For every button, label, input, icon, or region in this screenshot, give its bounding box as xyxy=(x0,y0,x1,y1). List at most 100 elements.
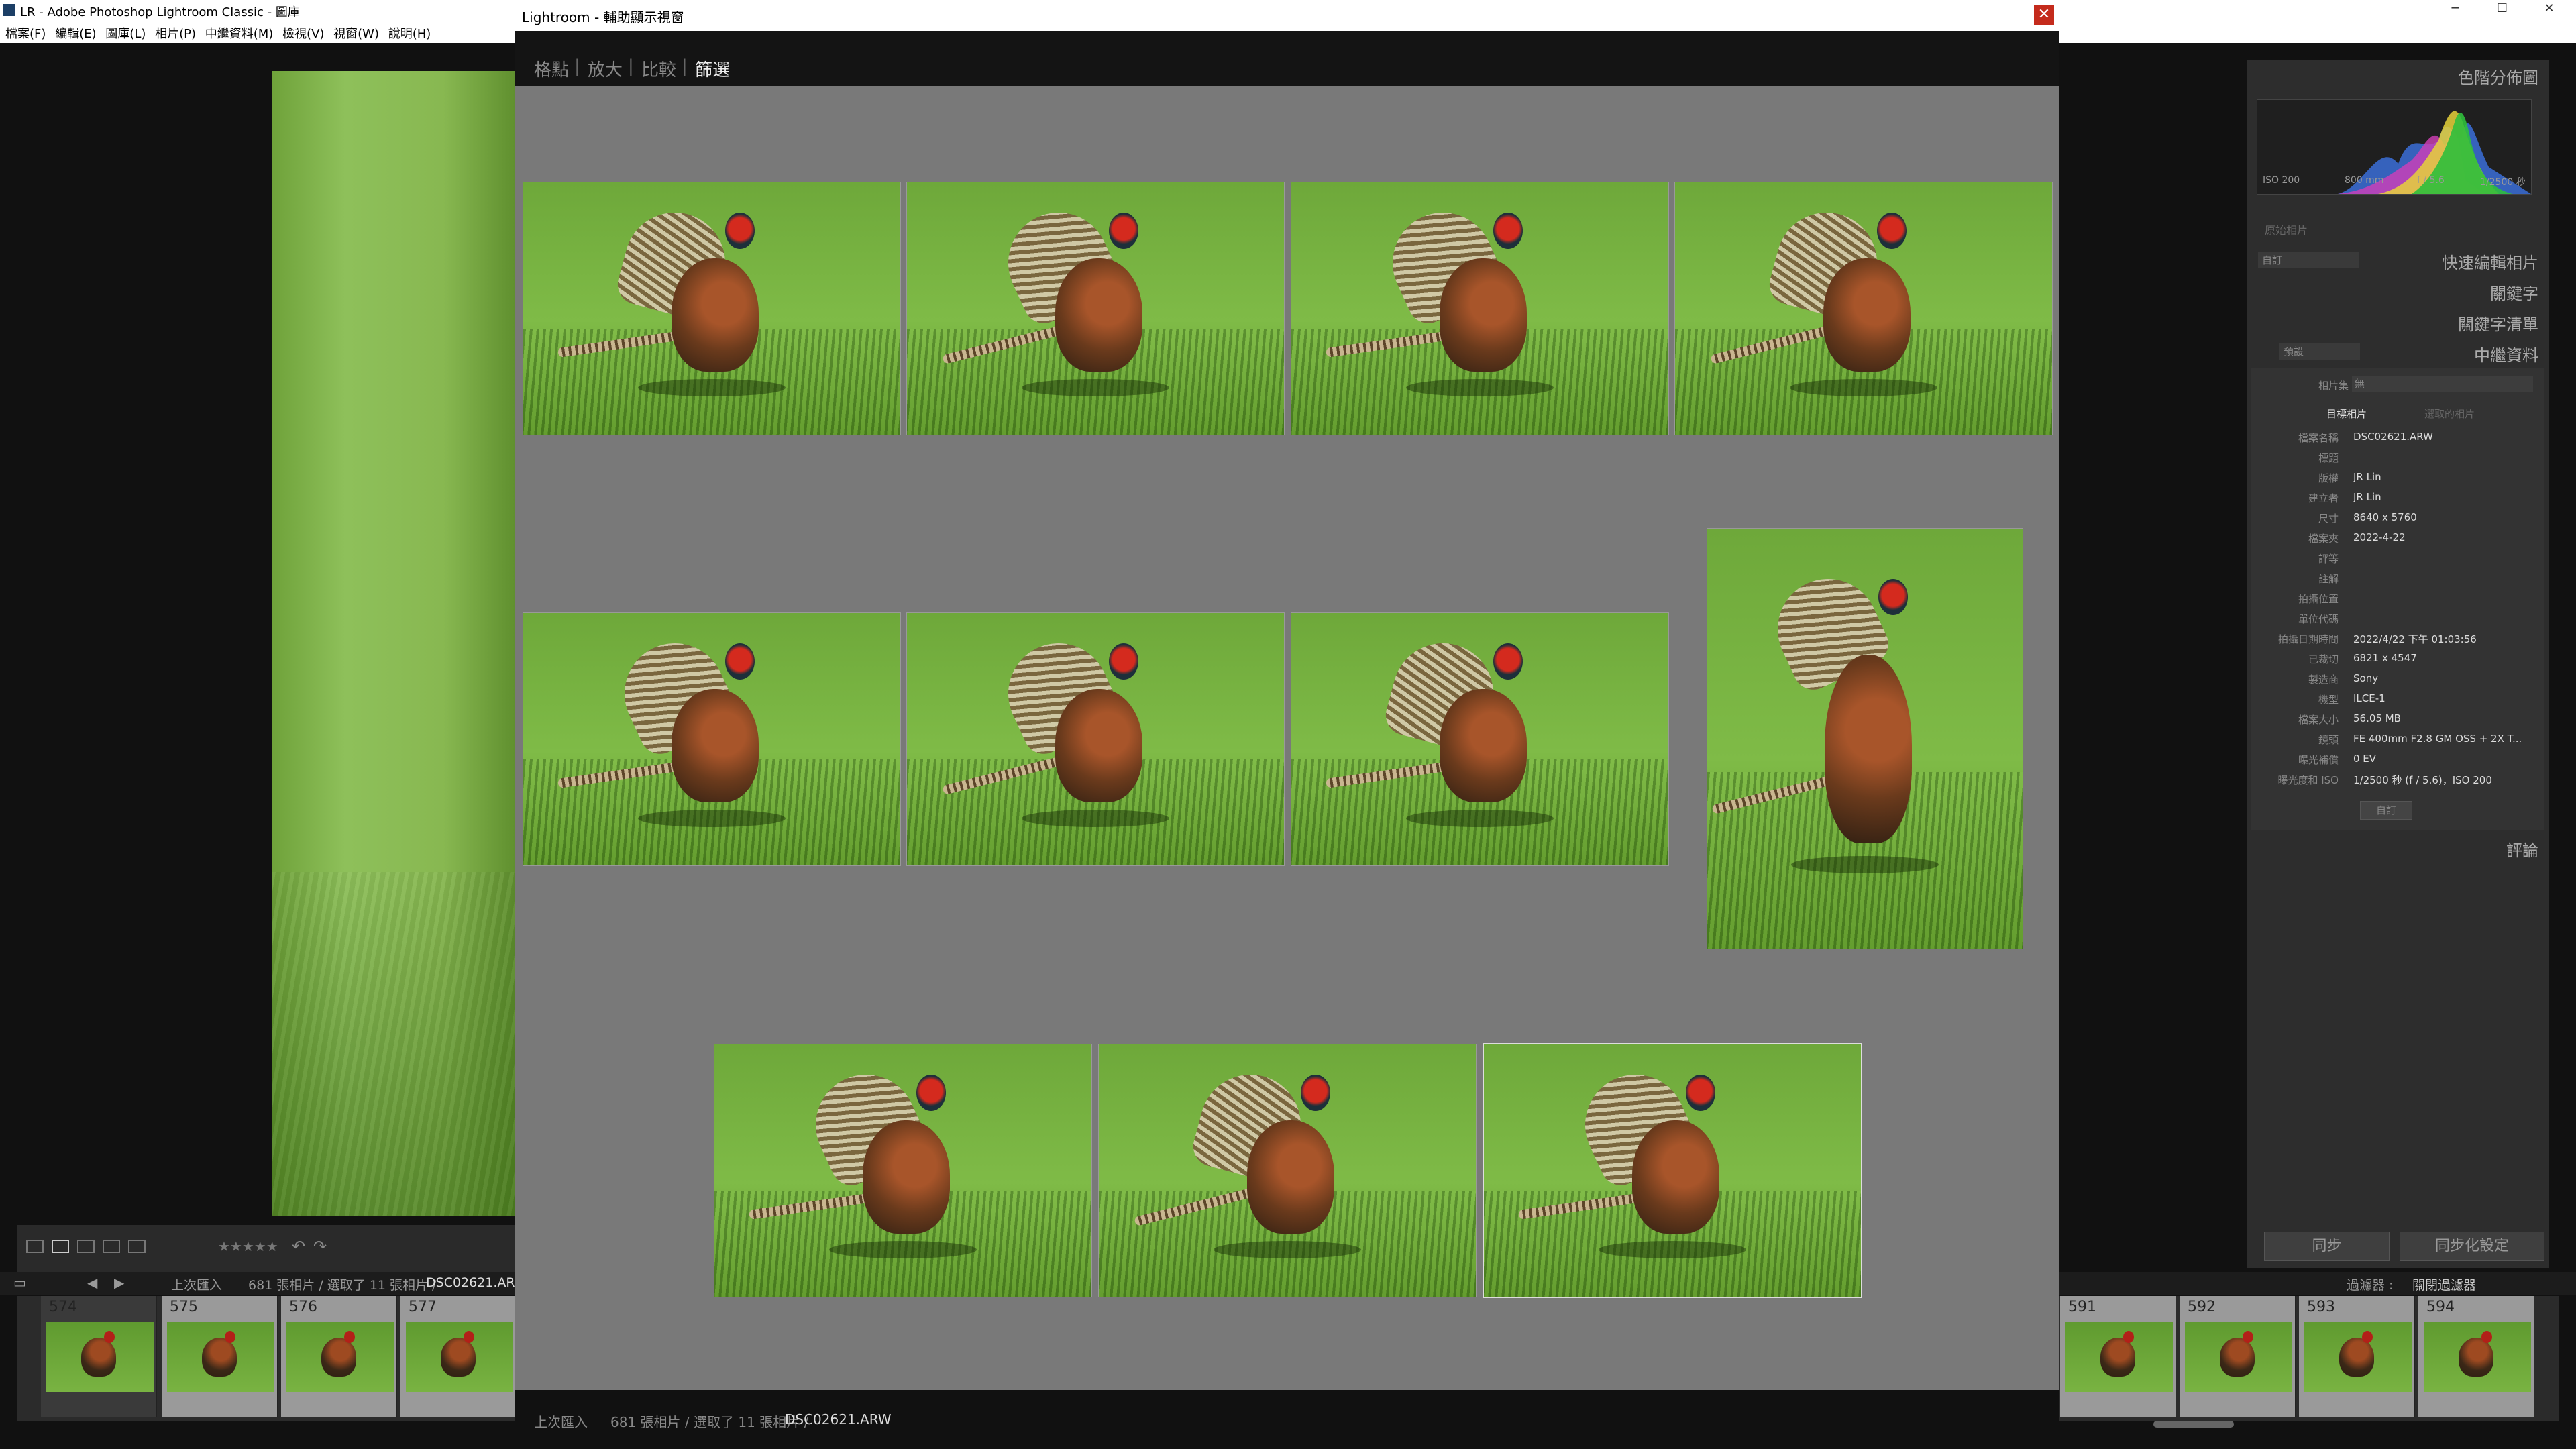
metadata-key: 曝光度和 ISO xyxy=(2277,774,2339,786)
thumbnail[interactable] xyxy=(406,1322,513,1392)
sync-button[interactable]: 同步 xyxy=(2264,1232,2390,1261)
metadata-value[interactable]: Sony xyxy=(2353,672,2378,684)
survey-photo[interactable] xyxy=(1291,613,1668,865)
metadata-row: 鏡頭 FE 400mm F2.8 GM OSS + 2X T... xyxy=(2251,729,2544,749)
metadata-value[interactable]: 8640 x 5760 xyxy=(2353,511,2417,523)
secondary-close-button[interactable]: ✕ xyxy=(2034,5,2054,25)
quick-develop-preset[interactable]: 自訂 xyxy=(2258,252,2359,268)
rotate-left-icon[interactable]: ↶ xyxy=(292,1237,305,1256)
metadata-row: 建立者 JR Lin xyxy=(2251,487,2544,507)
people-view-icon[interactable] xyxy=(128,1240,146,1253)
sync-settings-button[interactable]: 同步化設定 xyxy=(2400,1232,2544,1261)
histogram-focal: 800 mm xyxy=(2345,175,2384,186)
keyword-list-header[interactable]: 關鍵字清單 xyxy=(2458,311,2538,335)
star-rating[interactable]: ★★★★★ xyxy=(218,1238,278,1254)
pheasant-body xyxy=(1632,1120,1719,1234)
mode-compare-tab[interactable]: 比較 xyxy=(641,56,676,81)
metadata-value[interactable]: DSC02621.ARW xyxy=(2353,431,2433,443)
footer-source[interactable]: 上次匯入 xyxy=(534,1411,588,1431)
comments-header[interactable]: 評論 xyxy=(2506,837,2538,861)
metadata-row: 檔案名稱 DSC02621.ARW xyxy=(2251,427,2544,447)
survey-photo[interactable] xyxy=(714,1044,1091,1297)
target-photo-tab[interactable]: 目標相片 xyxy=(2326,407,2367,421)
filmstrip-cell[interactable]: 575 xyxy=(162,1296,278,1417)
survey-photo[interactable] xyxy=(1291,182,1668,435)
filmstrip-scrollbar[interactable] xyxy=(2153,1421,2234,1428)
grid-view-icon[interactable] xyxy=(26,1240,44,1253)
mode-loupe-tab[interactable]: 放大 xyxy=(588,56,623,81)
metadata-row: 機型 ILCE-1 xyxy=(2251,688,2544,708)
original-photo-label[interactable]: 原始相片 xyxy=(2265,221,2308,237)
compare-view-icon[interactable] xyxy=(77,1240,95,1253)
rotate-right-icon[interactable]: ↷ xyxy=(313,1237,327,1256)
metadata-key: 尺寸 xyxy=(2318,513,2339,525)
metadata-value[interactable]: 6821 x 4547 xyxy=(2353,652,2417,664)
survey-photo[interactable] xyxy=(1707,529,2023,949)
filmstrip-cell[interactable]: 574 xyxy=(41,1296,157,1417)
menu-photo[interactable]: 相片(P) xyxy=(155,24,196,42)
metadata-value[interactable]: 0 EV xyxy=(2353,753,2376,765)
prev-arrow-icon[interactable]: ◀ xyxy=(87,1275,97,1291)
menu-window[interactable]: 視窗(W) xyxy=(333,24,379,42)
customize-button[interactable]: 自訂 xyxy=(2360,801,2412,820)
loupe-view-icon[interactable] xyxy=(52,1240,69,1253)
maximize-button[interactable]: ☐ xyxy=(2489,1,2516,15)
next-arrow-icon[interactable]: ▶ xyxy=(114,1275,124,1291)
menu-library[interactable]: 圖庫(L) xyxy=(105,24,146,42)
histogram-aperture: f / 5.6 xyxy=(2417,175,2445,186)
metadata-value[interactable]: 2022-4-22 xyxy=(2353,531,2406,543)
thumbnail[interactable] xyxy=(286,1322,394,1392)
menu-view[interactable]: 檢視(V) xyxy=(282,24,324,42)
metadata-row: 製造商 Sony xyxy=(2251,668,2544,688)
quick-develop-header[interactable]: 快速編輯相片 xyxy=(2442,250,2538,273)
footer-current-file: DSC02621.ARW xyxy=(785,1411,892,1428)
selected-photos-tab[interactable]: 選取的相片 xyxy=(2424,407,2475,421)
mode-grid-tab[interactable]: 格點 xyxy=(534,56,569,81)
menu-metadata[interactable]: 中繼資料(M) xyxy=(205,24,274,42)
survey-photo[interactable] xyxy=(1484,1044,1861,1297)
metadata-value[interactable]: 2022/4/22 下午 01:03:56 xyxy=(2353,632,2477,646)
thumbnail[interactable] xyxy=(2304,1322,2412,1392)
thumbnail[interactable] xyxy=(2185,1322,2292,1392)
mode-survey-tab[interactable]: 篩選 xyxy=(695,56,730,81)
thumbnail[interactable] xyxy=(46,1322,154,1392)
filmstrip-cell[interactable]: 594 xyxy=(2418,1296,2534,1417)
survey-photo[interactable] xyxy=(907,182,1284,435)
menu-edit[interactable]: 編輯(E) xyxy=(55,24,96,42)
metadata-value[interactable]: FE 400mm F2.8 GM OSS + 2X T... xyxy=(2353,733,2522,745)
metadata-header[interactable]: 中繼資料 xyxy=(2474,342,2538,366)
survey-photo[interactable] xyxy=(523,613,900,865)
thumbnail[interactable] xyxy=(2065,1322,2173,1392)
filmstrip-cell[interactable]: 576 xyxy=(281,1296,397,1417)
thumbnail[interactable] xyxy=(167,1322,274,1392)
cell-number: 593 xyxy=(2307,1299,2335,1316)
pheasant-head xyxy=(1877,213,1907,250)
histogram-header[interactable]: 色階分佈圖 xyxy=(2458,64,2538,88)
filmstrip-cell[interactable]: 591 xyxy=(2060,1296,2176,1417)
filmstrip-source[interactable]: 上次匯入 xyxy=(171,1275,222,1293)
survey-photo[interactable] xyxy=(523,182,900,435)
second-window-icon[interactable]: ▭ xyxy=(13,1275,26,1291)
menu-file[interactable]: 檔案(F) xyxy=(5,24,46,42)
survey-photo[interactable] xyxy=(1099,1044,1476,1297)
filmstrip-cell[interactable]: 592 xyxy=(2180,1296,2296,1417)
filter-dropdown[interactable]: 關閉過濾器 xyxy=(2412,1275,2476,1293)
survey-photo[interactable] xyxy=(1675,182,2052,435)
filmstrip-cell[interactable]: 577 xyxy=(400,1296,517,1417)
metadata-value[interactable]: JR Lin xyxy=(2353,491,2381,503)
metadata-value[interactable]: JR Lin xyxy=(2353,471,2381,483)
menu-help[interactable]: 說明(H) xyxy=(388,24,431,42)
close-button[interactable]: ✕ xyxy=(2536,1,2563,15)
photo-set-dropdown[interactable]: 無 xyxy=(2352,376,2533,392)
survey-photo[interactable] xyxy=(907,613,1284,865)
metadata-value[interactable]: ILCE-1 xyxy=(2353,692,2385,704)
metadata-preset[interactable]: 預設 xyxy=(2279,343,2360,360)
histogram[interactable]: ISO 200 800 mm f / 5.6 1/2500 秒 xyxy=(2257,99,2532,195)
metadata-value[interactable]: 56.05 MB xyxy=(2353,712,2401,724)
thumbnail[interactable] xyxy=(2424,1322,2531,1392)
metadata-value[interactable]: 1/2500 秒 (f / 5.6)，ISO 200 xyxy=(2353,773,2492,787)
keywords-header[interactable]: 關鍵字 xyxy=(2490,280,2538,304)
minimize-button[interactable]: ─ xyxy=(2442,1,2469,15)
survey-view-icon[interactable] xyxy=(103,1240,120,1253)
filmstrip-cell[interactable]: 593 xyxy=(2299,1296,2415,1417)
